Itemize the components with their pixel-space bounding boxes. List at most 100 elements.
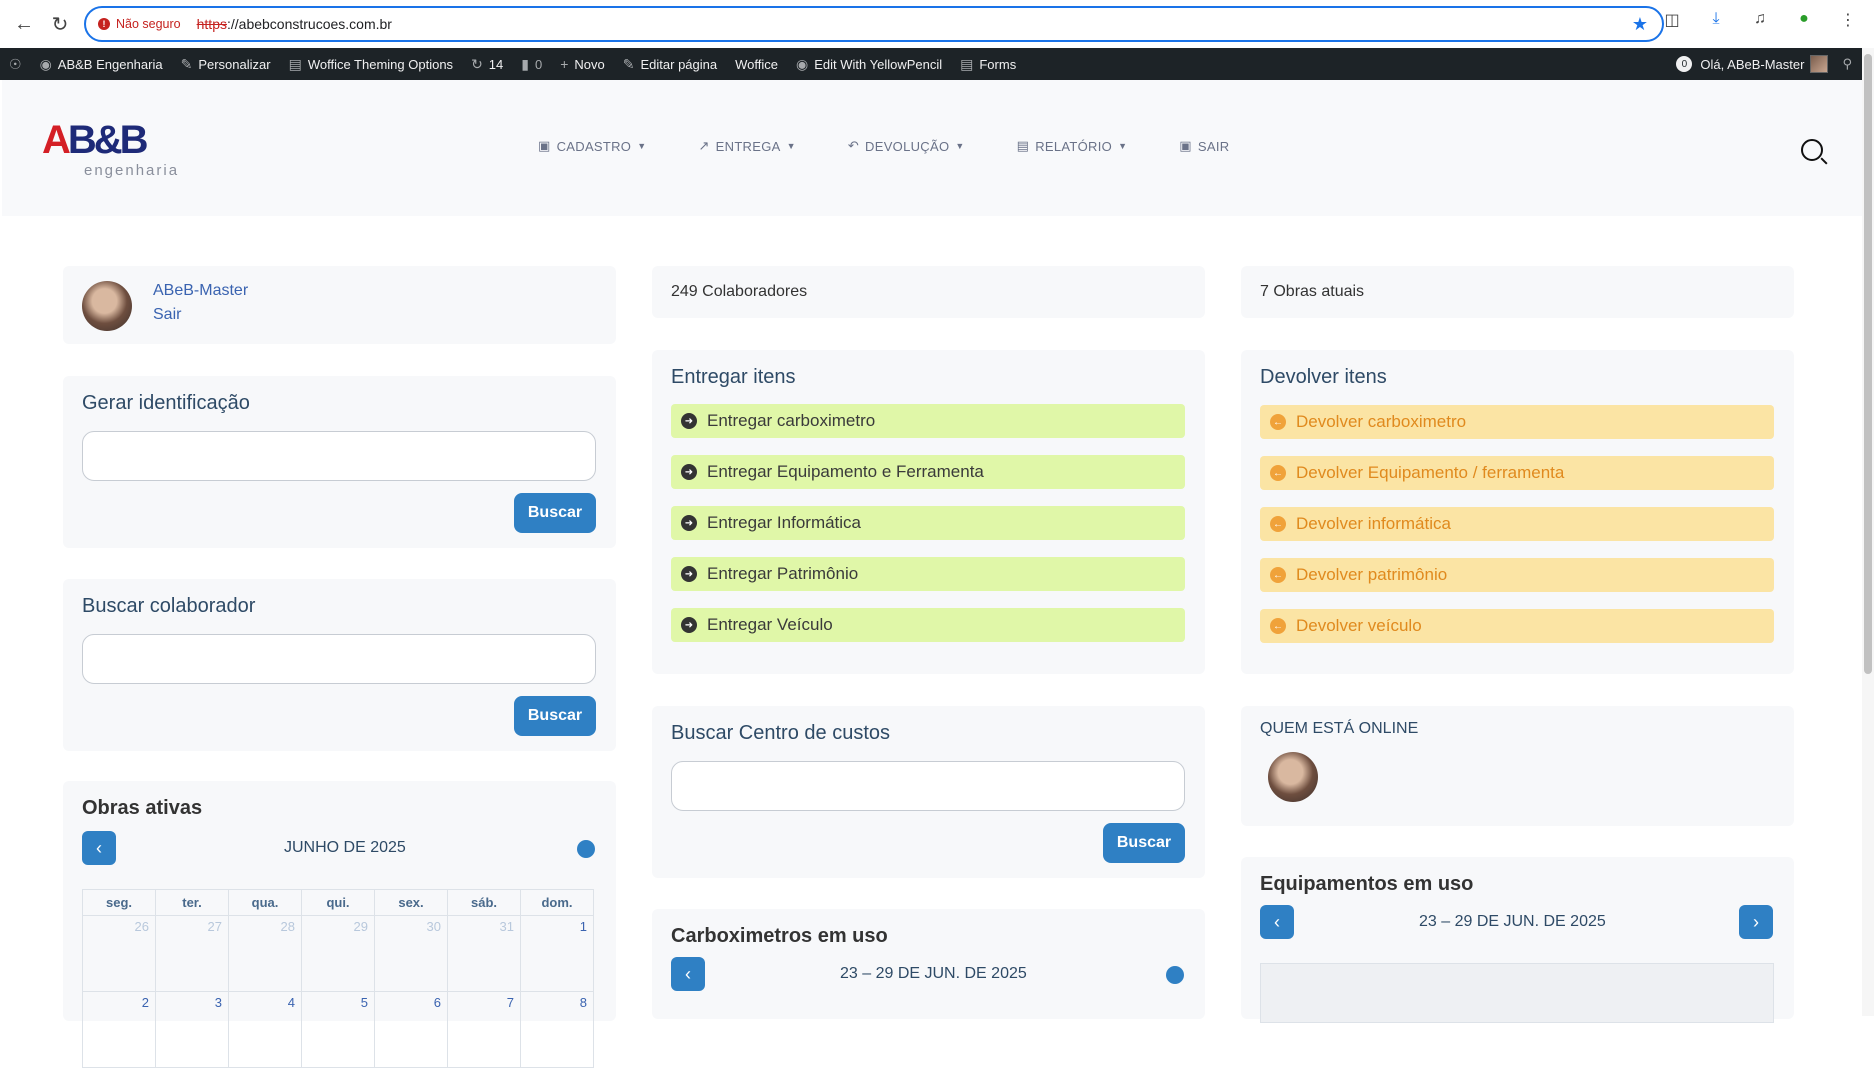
reload-icon[interactable]: ↻ bbox=[42, 6, 78, 42]
entregar-carboximetro[interactable]: ➜ Entregar carboximetro bbox=[671, 404, 1185, 438]
arrow-right-circle-icon: ➜ bbox=[681, 617, 697, 633]
logo-mark: AB&B bbox=[42, 118, 149, 162]
entregar-patrimonio[interactable]: ➜ Entregar Patrimônio bbox=[671, 557, 1185, 591]
admin-woffice[interactable]: Woffice bbox=[726, 48, 787, 80]
back-icon[interactable]: ← bbox=[6, 6, 42, 42]
admin-site-name[interactable]: ◉ AB&B Engenharia bbox=[31, 48, 172, 80]
security-indicator[interactable]: ! Não seguro bbox=[98, 17, 181, 31]
extensions-icon[interactable]: ◫ bbox=[1660, 10, 1684, 30]
devolver-veiculo[interactable]: ← Devolver veículo bbox=[1260, 609, 1774, 643]
calendar-day[interactable]: 7 bbox=[447, 991, 521, 1068]
nav-label: ENTREGA bbox=[715, 138, 781, 154]
weekday-header: ter. bbox=[155, 889, 229, 916]
calendar-day[interactable]: 26 bbox=[82, 915, 156, 992]
chevron-down-icon: ▼ bbox=[955, 141, 965, 151]
admin-comments[interactable]: ▮ 0 bbox=[512, 48, 551, 80]
nav-relatorio[interactable]: ▤ RELATÓRIO ▼ bbox=[1017, 138, 1128, 154]
carbox-next-button[interactable] bbox=[1166, 966, 1184, 984]
obras-calendar: seg. ter. qua. qui. sex. sáb. dom. 26 27… bbox=[82, 889, 594, 1068]
calendar-day[interactable]: 30 bbox=[374, 915, 448, 992]
admin-forms[interactable]: ▤ Forms bbox=[951, 48, 1025, 80]
weekday-header: sex. bbox=[374, 889, 448, 916]
entregar-label: Entregar Informática bbox=[707, 513, 862, 532]
buscar-colab-button[interactable]: Buscar bbox=[514, 696, 596, 736]
gerar-input[interactable] bbox=[82, 431, 596, 481]
profile-logout-link[interactable]: Sair bbox=[153, 306, 181, 324]
address-bar[interactable]: ! Não seguro https://abebconstrucoes.com… bbox=[84, 6, 1664, 42]
warning-icon: ! bbox=[98, 18, 110, 30]
forms-label: Forms bbox=[979, 56, 1017, 72]
download-icon[interactable]: ⤓ bbox=[1704, 10, 1728, 30]
browser-toolbar: ← ↻ ! Não seguro https://abebconstrucoes… bbox=[0, 0, 1874, 48]
calendar-day[interactable]: 5 bbox=[301, 991, 375, 1068]
centro-input[interactable] bbox=[671, 761, 1185, 811]
chevron-left-icon: ‹ bbox=[96, 837, 102, 858]
plus-icon: + bbox=[560, 56, 569, 72]
admin-new[interactable]: + Novo bbox=[551, 48, 614, 80]
devolver-informatica[interactable]: ← Devolver informática bbox=[1260, 507, 1774, 541]
calendar-day[interactable]: 28 bbox=[228, 915, 302, 992]
devolver-carboximetro[interactable]: ← Devolver carboximetro bbox=[1260, 405, 1774, 439]
centro-search-button[interactable]: Buscar bbox=[1103, 823, 1185, 863]
nav-cadastro[interactable]: ▣ CADASTRO ▼ bbox=[538, 138, 646, 154]
logo-subtitle: engenharia bbox=[84, 162, 180, 179]
profile-extension-icon[interactable]: ● bbox=[1792, 10, 1816, 30]
page-scrollbar[interactable] bbox=[1862, 48, 1874, 1016]
centro-title: Buscar Centro de custos bbox=[671, 722, 890, 744]
site-logo[interactable]: AB&B engenharia bbox=[42, 118, 192, 180]
nav-entrega[interactable]: ↗ ENTREGA ▼ bbox=[698, 138, 795, 154]
entregar-equipamento[interactable]: ➜ Entregar Equipamento e Ferramenta bbox=[671, 455, 1185, 489]
equip-next-button[interactable]: › bbox=[1739, 905, 1773, 939]
buscar-colab-input[interactable] bbox=[82, 634, 596, 684]
calendar-day[interactable]: 3 bbox=[155, 991, 229, 1068]
calendar-day[interactable]: 31 bbox=[447, 915, 521, 992]
equip-prev-button[interactable]: ‹ bbox=[1260, 905, 1294, 939]
obras-next-button[interactable] bbox=[577, 840, 595, 858]
menu-icon[interactable]: ⋮ bbox=[1836, 10, 1860, 30]
carbox-prev-button[interactable]: ‹ bbox=[671, 957, 705, 991]
wp-logo-item[interactable]: ☉ bbox=[0, 48, 31, 80]
calendar-day[interactable]: 1 bbox=[520, 915, 594, 992]
admin-edit-page[interactable]: ✎ Editar página bbox=[614, 48, 726, 80]
admin-updates[interactable]: ↻ 14 bbox=[462, 48, 512, 80]
media-icon[interactable]: ♫ bbox=[1748, 10, 1772, 30]
nav-label: DEVOLUÇÃO bbox=[865, 138, 950, 154]
devolver-equipamento[interactable]: ← Devolver Equipamento / ferramenta bbox=[1260, 456, 1774, 490]
brush-icon: ✎ bbox=[180, 55, 193, 72]
online-user-avatar[interactable] bbox=[1268, 752, 1318, 802]
arrow-right-circle-icon: ➜ bbox=[681, 515, 697, 531]
nav-devolucao[interactable]: ↶ DEVOLUÇÃO ▼ bbox=[848, 138, 965, 154]
notification-badge[interactable]: 0 bbox=[1676, 56, 1693, 72]
entregar-informatica[interactable]: ➜ Entregar Informática bbox=[671, 506, 1185, 540]
profile-avatar[interactable] bbox=[82, 281, 132, 331]
equip-calendar-body bbox=[1260, 963, 1774, 1023]
calendar-day[interactable]: 4 bbox=[228, 991, 302, 1068]
calendar-day[interactable]: 2 bbox=[82, 991, 156, 1068]
entregar-veiculo[interactable]: ➜ Entregar Veículo bbox=[671, 608, 1185, 642]
admin-avatar[interactable] bbox=[1810, 55, 1829, 73]
admin-theme-options[interactable]: ▤ Woffice Theming Options bbox=[280, 48, 462, 80]
bookmark-star-icon[interactable]: ★ bbox=[1632, 14, 1648, 35]
admin-customize[interactable]: ✎ Personalizar bbox=[172, 48, 280, 80]
nav-label: RELATÓRIO bbox=[1035, 138, 1113, 154]
obras-prev-button[interactable]: ‹ bbox=[82, 831, 116, 865]
admin-yellowpencil[interactable]: ◉ Edit With YellowPencil bbox=[787, 48, 951, 80]
header-search-icon[interactable] bbox=[1801, 139, 1823, 161]
calendar-day[interactable]: 6 bbox=[374, 991, 448, 1068]
admin-greeting[interactable]: Olá, ABeB-Master bbox=[1700, 57, 1804, 72]
devolver-label: Devolver informática bbox=[1296, 514, 1451, 533]
calendar-day[interactable]: 29 bbox=[301, 915, 375, 992]
scrollbar-thumb[interactable] bbox=[1864, 54, 1872, 674]
nav-sair[interactable]: ▣ SAIR bbox=[1179, 138, 1229, 154]
weekday-header: seg. bbox=[82, 889, 156, 916]
gerar-search-button[interactable]: Buscar bbox=[514, 493, 596, 533]
profile-name-link[interactable]: ABeB-Master bbox=[153, 282, 248, 300]
calendar-day[interactable]: 8 bbox=[520, 991, 594, 1068]
site-name-label: AB&B Engenharia bbox=[57, 56, 163, 72]
calendar-day[interactable]: 27 bbox=[155, 915, 229, 992]
edit-page-label: Editar página bbox=[640, 56, 718, 72]
devolver-patrimonio[interactable]: ← Devolver patrimônio bbox=[1260, 558, 1774, 592]
obras-ativas-card: Obras ativas ‹ JUNHO DE 2025 seg. ter. q… bbox=[63, 781, 616, 1068]
chevron-left-icon: ‹ bbox=[685, 963, 691, 984]
admin-search-icon[interactable]: ⚲ bbox=[1842, 56, 1852, 72]
